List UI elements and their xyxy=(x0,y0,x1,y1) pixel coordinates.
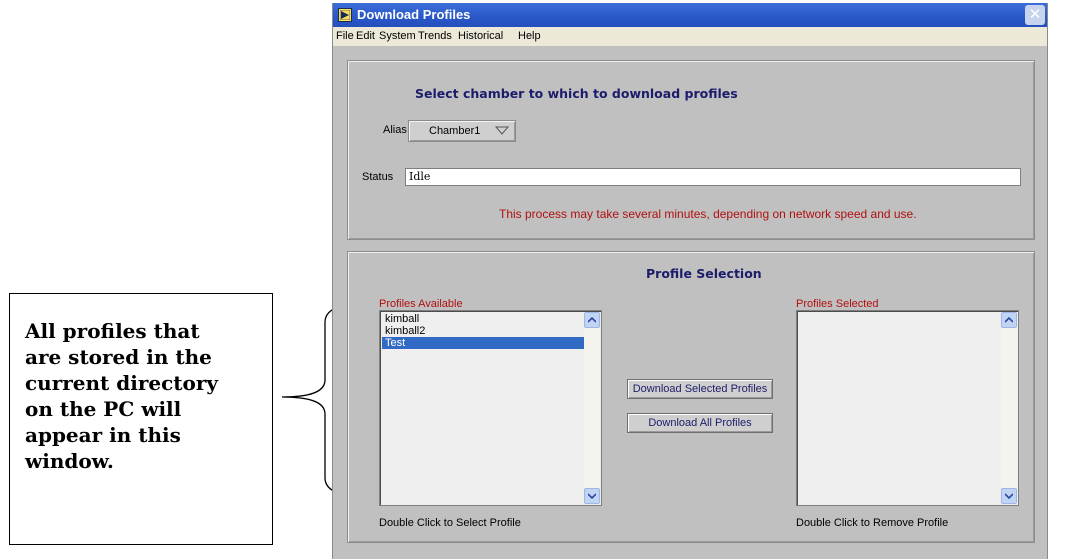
alias-dropdown[interactable]: Chamber1 xyxy=(408,120,516,142)
profiles-available-scrollbar[interactable] xyxy=(584,312,600,504)
alias-dropdown-value: Chamber1 xyxy=(429,125,481,137)
chevron-down-icon xyxy=(495,126,509,135)
window-title: Download Profiles xyxy=(357,7,471,22)
network-warning-note: This process may take several minutes, d… xyxy=(499,207,917,221)
alias-label: Alias xyxy=(383,124,407,136)
download-profiles-window: Download Profiles ✕ File Edit System Tre… xyxy=(332,3,1048,559)
scroll-down-arrow-icon[interactable] xyxy=(1001,488,1017,504)
status-field: Idle xyxy=(405,168,1021,186)
title-bar[interactable]: Download Profiles ✕ xyxy=(333,3,1047,27)
profile-selection-panel: Profile Selection Profiles Available kim… xyxy=(347,251,1035,543)
menu-file[interactable]: File xyxy=(336,30,354,42)
profiles-selected-list[interactable] xyxy=(796,310,1019,506)
chamber-section-title: Select chamber to which to download prof… xyxy=(415,86,738,101)
scroll-up-arrow-icon[interactable] xyxy=(1001,312,1017,328)
profiles-selected-scrollbar[interactable] xyxy=(1001,312,1017,504)
profiles-selected-hint: Double Click to Remove Profile xyxy=(796,517,949,529)
profiles-available-hint: Double Click to Select Profile xyxy=(379,517,521,529)
menu-system[interactable]: System xyxy=(379,30,416,42)
menu-bar: File Edit System Trends Historical Help xyxy=(333,27,1047,46)
status-label: Status xyxy=(362,171,394,183)
menu-trends[interactable]: Trends xyxy=(418,30,452,42)
profile-section-title: Profile Selection xyxy=(646,266,762,281)
list-item[interactable]: kimball2 xyxy=(382,325,587,337)
menu-historical[interactable]: Historical xyxy=(458,30,503,42)
profiles-available-list[interactable]: kimball kimball2 Test xyxy=(379,310,602,506)
close-button[interactable]: ✕ xyxy=(1025,5,1045,25)
scroll-up-arrow-icon[interactable] xyxy=(584,312,600,328)
labview-run-arrow-icon xyxy=(338,8,352,22)
download-all-profiles-button[interactable]: Download All Profiles xyxy=(627,413,773,433)
download-selected-profiles-button[interactable]: Download Selected Profiles xyxy=(627,379,773,399)
list-item-selected[interactable]: Test xyxy=(382,337,587,349)
scroll-down-arrow-icon[interactable] xyxy=(584,488,600,504)
menu-help[interactable]: Help xyxy=(518,30,541,42)
profiles-available-label: Profiles Available xyxy=(379,298,463,310)
list-item[interactable]: kimball xyxy=(382,313,587,325)
chamber-selection-panel: Select chamber to which to download prof… xyxy=(347,60,1035,240)
profiles-selected-label: Profiles Selected xyxy=(796,298,879,310)
menu-edit[interactable]: Edit xyxy=(356,30,375,42)
annotation-callout-text: All profiles that are stored in the curr… xyxy=(25,319,219,473)
